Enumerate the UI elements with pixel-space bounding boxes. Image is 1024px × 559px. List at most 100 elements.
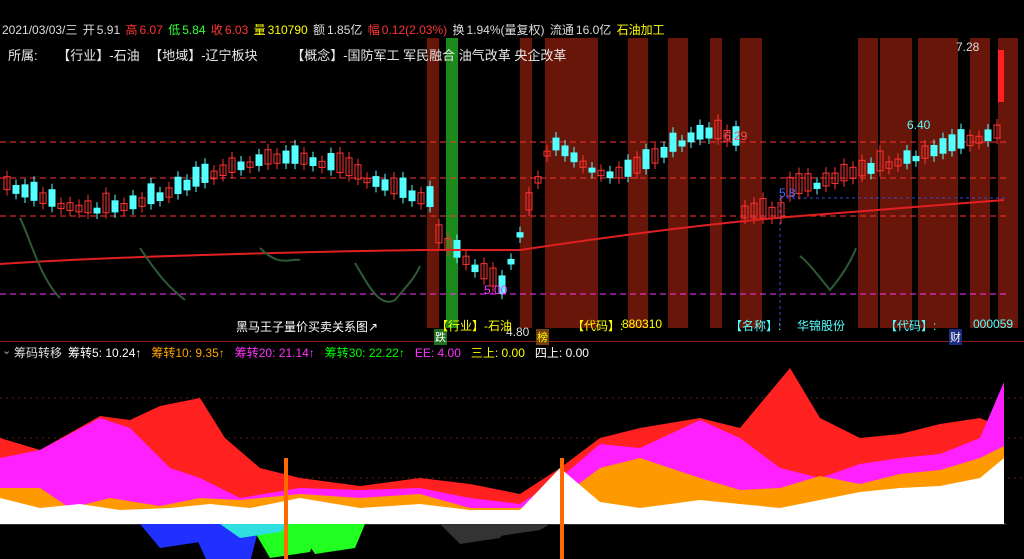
candle-body — [12, 184, 20, 194]
close-value: 6.03 — [224, 23, 249, 37]
candle-body — [903, 150, 911, 164]
price-label-580: 5.8 — [779, 186, 796, 200]
code2-label: 【代码】: — [885, 319, 937, 333]
price-label-500: 5.00 — [484, 283, 508, 297]
candle-body — [93, 207, 101, 214]
candle-body — [552, 137, 560, 151]
candle-body — [399, 177, 407, 198]
candle-body — [30, 181, 38, 201]
low-value: 5.84 — [182, 23, 206, 37]
chip-transfer-chart[interactable] — [0, 358, 1024, 559]
candle-body — [570, 152, 578, 163]
candle-body — [111, 200, 119, 213]
candle-body — [912, 155, 920, 162]
candle-body — [21, 184, 29, 198]
belongs-region[interactable]: 【地域】-辽宁板块 — [149, 48, 257, 63]
highlight-band — [427, 38, 439, 328]
candle-body — [696, 124, 704, 140]
code-label: 【代码】: — [572, 319, 624, 333]
turnover-label: 换 — [452, 23, 465, 37]
candle-body — [426, 186, 434, 208]
candle-body — [201, 163, 209, 183]
highlight-band — [740, 38, 762, 328]
highlight-band — [918, 38, 958, 328]
amount-label: 额 — [313, 23, 326, 37]
candle-body — [327, 153, 335, 171]
candle-body — [156, 192, 164, 202]
candle-body — [660, 146, 668, 158]
float-label: 流通 — [549, 23, 574, 37]
candle-body — [237, 161, 245, 171]
float-value: 16.0亿 — [575, 23, 612, 37]
highlight-bands — [427, 38, 1018, 328]
candle-body — [183, 179, 191, 191]
candle-body — [192, 166, 200, 187]
last-candle — [998, 50, 1004, 102]
name-value: 华锦股份 — [797, 319, 846, 333]
price-label-640: 6.40 — [907, 118, 931, 132]
candle-body — [984, 129, 992, 142]
highlight-band — [970, 38, 990, 328]
candle-body — [687, 132, 695, 143]
candlesticks — [3, 50, 1004, 300]
candle-body — [309, 157, 317, 167]
highlight-band — [858, 38, 878, 328]
candle-body — [705, 127, 713, 139]
amount-value: 1.85亿 — [327, 23, 363, 37]
code-value: 880310 — [622, 317, 663, 331]
candle-body — [372, 176, 380, 187]
highlight-band — [710, 38, 722, 328]
belongs-row: 所属: 【行业】-石油 【地域】-辽宁板块 【概念】-国防军工 军民融合 油气改… — [8, 45, 566, 64]
highlight-band — [880, 38, 912, 328]
highlight-band — [668, 38, 688, 328]
main-kline-chart[interactable] — [0, 38, 1024, 342]
highlight-band — [520, 38, 532, 328]
quote-date: 2021/03/03/三 — [2, 23, 78, 37]
green-band — [446, 38, 458, 328]
candle-body — [624, 159, 632, 177]
heima-link[interactable]: 黑马王子量价买卖关系图↗ — [236, 318, 378, 335]
change-value: 0.12(2.03%) — [381, 23, 448, 37]
sector-name: 石油加工 — [616, 23, 665, 37]
candle-body — [516, 232, 524, 238]
sub-indicator-bar: ⌄ 筹码转移 筹转5: 10.24↑ 筹转10: 9.35↑ 筹转20: 21.14… — [0, 343, 1024, 360]
belongs-industry[interactable]: 【行业】-石油 — [57, 48, 139, 63]
belongs-concept[interactable]: 【概念】-国防军工 军民融合 油气改革 央企改革 — [291, 48, 566, 63]
candle-body — [606, 171, 614, 179]
vol-value: 310790 — [267, 23, 308, 37]
candle-body — [669, 132, 677, 152]
candle-body — [678, 140, 686, 147]
orange-marker — [284, 458, 288, 559]
name-label: 【名称】: — [730, 319, 782, 333]
low-label: 低 — [168, 23, 181, 37]
open-label: 开 — [82, 23, 95, 37]
candle-body — [930, 144, 938, 157]
candle-body — [813, 182, 821, 189]
price-label-728: 7.28 — [956, 40, 980, 54]
close-label: 收 — [210, 23, 223, 37]
change-label: 幅 — [367, 23, 380, 37]
vol-label: 量 — [253, 23, 266, 37]
candle-body — [957, 129, 965, 149]
candle-body — [129, 195, 137, 210]
candle-body — [255, 154, 263, 166]
candle-body — [471, 264, 479, 273]
candle-body — [588, 167, 596, 173]
candle-body — [561, 145, 569, 157]
candle-body — [282, 150, 290, 164]
quote-info-bar: 2021/03/03/三 开 5.91 高 6.07 低 5.84 收 6.03 量 31… — [0, 0, 1024, 40]
candle-body — [408, 190, 416, 202]
high-label: 高 — [125, 23, 138, 37]
candle-body — [507, 258, 515, 265]
candle-body — [174, 176, 182, 195]
code2-value: 000059 — [973, 317, 1014, 331]
turnover-value: 1.94%(量复权) — [466, 23, 545, 37]
chevron-down-icon[interactable]: ⌄ — [2, 344, 11, 357]
quote-row: 2021/03/03/三 开 5.91 高 6.07 低 5.84 收 6.03 量 31… — [2, 21, 667, 38]
industry-tag: 【行业】-石油 — [436, 319, 512, 333]
candle-body — [939, 138, 947, 154]
candle-body — [48, 189, 56, 207]
candle-body — [381, 179, 389, 191]
open-value: 5.91 — [96, 23, 121, 37]
candle-body — [948, 134, 956, 152]
